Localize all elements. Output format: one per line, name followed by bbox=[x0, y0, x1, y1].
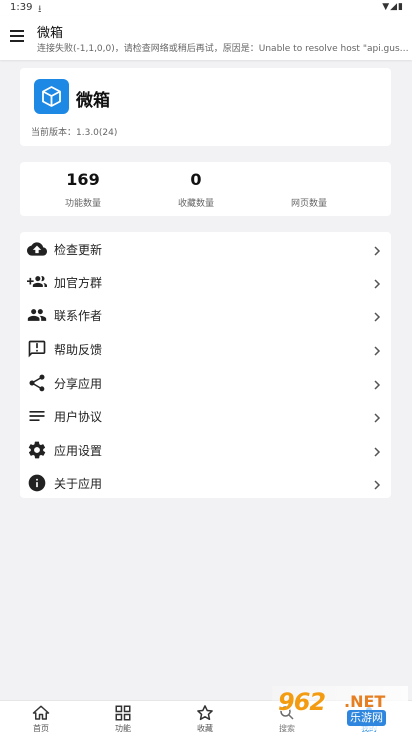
feedback-icon bbox=[27, 339, 47, 359]
menu-item-contact-author[interactable]: 联系作者 bbox=[20, 298, 391, 331]
stat-favorite-count[interactable]: 0 收藏数量 bbox=[136, 162, 256, 216]
menu-label: 联系作者 bbox=[54, 309, 103, 323]
group-add-icon bbox=[27, 272, 47, 292]
watermark-suffix: .NET bbox=[344, 692, 386, 711]
nav-label: 首页 bbox=[33, 724, 49, 733]
connection-error-message: 连接失败(-1,1,0,0)，请检查网络或稍后再试，原因是：Unable to … bbox=[37, 44, 409, 54]
chevron-right-icon bbox=[371, 443, 383, 457]
menu-label: 应用设置 bbox=[54, 444, 103, 458]
menu-card: 检查更新 加官方群 联系作者 帮助反馈 分享应用 用户协议 应用设置 关于应用 bbox=[20, 232, 391, 498]
watermark-site: 乐游网 bbox=[347, 710, 386, 726]
menu-label: 关于应用 bbox=[54, 477, 103, 491]
menu-item-check-update[interactable]: 检查更新 bbox=[20, 232, 391, 265]
stats-card: 169 功能数量 0 收藏数量 网页数量 bbox=[20, 162, 391, 216]
stat-label: 功能数量 bbox=[64, 199, 101, 209]
menu-item-help-feedback[interactable]: 帮助反馈 bbox=[20, 332, 391, 365]
menu-item-user-agreement[interactable]: 用户协议 bbox=[20, 399, 391, 432]
status-time: 1:39 bbox=[10, 2, 33, 13]
chevron-right-icon bbox=[371, 476, 383, 490]
apps-icon bbox=[114, 704, 132, 722]
star-icon bbox=[196, 704, 214, 722]
cloud-upload-icon bbox=[27, 239, 47, 259]
hamburger-menu-icon[interactable] bbox=[10, 30, 24, 42]
people-icon bbox=[27, 305, 47, 325]
watermark-logo: 962 .NET 乐游网 bbox=[272, 686, 408, 730]
nav-favorites[interactable]: 收藏 bbox=[164, 701, 246, 735]
notes-icon bbox=[27, 406, 47, 426]
nav-home[interactable]: 首页 bbox=[0, 701, 82, 735]
home-icon bbox=[32, 704, 50, 722]
status-icons: ▼◢▮ bbox=[382, 2, 404, 12]
info-icon bbox=[27, 473, 47, 493]
menu-item-join-group[interactable]: 加官方群 bbox=[20, 265, 391, 298]
menu-label: 用户协议 bbox=[54, 410, 103, 424]
app-bar-title: 微箱 bbox=[37, 26, 64, 41]
app-info-card: 微箱 当前版本：1.3.0(24) bbox=[20, 68, 391, 146]
watermark-number: 962 bbox=[278, 688, 326, 716]
menu-item-share-app[interactable]: 分享应用 bbox=[20, 366, 391, 399]
nav-label: 收藏 bbox=[197, 724, 213, 733]
chevron-right-icon bbox=[371, 308, 383, 322]
menu-label: 帮助反馈 bbox=[54, 343, 103, 357]
stat-value: 169 bbox=[66, 170, 100, 189]
chevron-right-icon bbox=[371, 376, 383, 390]
menu-label: 加官方群 bbox=[54, 276, 103, 290]
stat-feature-count[interactable]: 169 功能数量 bbox=[23, 162, 143, 216]
nav-label: 功能 bbox=[115, 724, 131, 733]
settings-icon bbox=[27, 440, 47, 460]
stat-webpage-count[interactable]: 网页数量 bbox=[249, 162, 369, 216]
share-icon bbox=[27, 373, 47, 393]
nav-features[interactable]: 功能 bbox=[82, 701, 164, 735]
app-bar: 微箱 连接失败(-1,1,0,0)，请检查网络或稍后再试，原因是：Unable … bbox=[0, 16, 412, 60]
menu-item-about-app[interactable]: 关于应用 bbox=[20, 466, 391, 499]
chevron-right-icon bbox=[371, 409, 383, 423]
stat-label: 收藏数量 bbox=[177, 199, 214, 209]
status-bar: 1:39 ⭳ ▼◢▮ bbox=[0, 0, 412, 16]
app-version: 当前版本：1.3.0(24) bbox=[31, 128, 118, 138]
menu-label: 检查更新 bbox=[54, 243, 103, 257]
cube-icon bbox=[34, 79, 69, 114]
chevron-right-icon bbox=[371, 342, 383, 356]
app-name: 微箱 bbox=[76, 91, 110, 111]
stat-value: 0 bbox=[190, 170, 202, 189]
chevron-right-icon bbox=[371, 275, 383, 289]
menu-label: 分享应用 bbox=[54, 377, 103, 391]
menu-item-app-settings[interactable]: 应用设置 bbox=[20, 433, 391, 466]
chevron-right-icon bbox=[371, 242, 383, 256]
stat-label: 网页数量 bbox=[290, 199, 327, 209]
